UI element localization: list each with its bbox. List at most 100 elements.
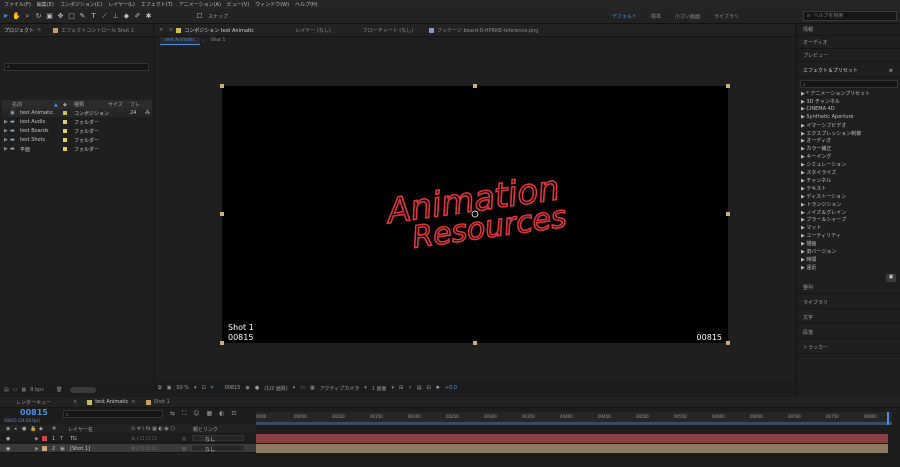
composition-canvas[interactable]: Animation Resources Shot 1 00815 00815	[222, 86, 728, 343]
work-area-bar[interactable]	[256, 422, 892, 425]
workspace-standard[interactable]: 標準	[651, 13, 661, 20]
panel-menu-icon[interactable]: ≡	[37, 27, 41, 33]
parent-pick-whip-icon[interactable]: ◎	[182, 436, 186, 442]
close-icon[interactable]: ×	[73, 399, 77, 405]
effect-category[interactable]: ▶ 遠近	[801, 264, 816, 271]
effect-category[interactable]: ▶ カラー補正	[801, 145, 831, 152]
disclosure-triangle-icon[interactable]: ▶	[35, 446, 39, 452]
tab-timeline-shot-1[interactable]: Shot 1	[145, 399, 170, 405]
menu-item[interactable]: ヘルプ(H)	[295, 1, 318, 8]
zoom-tool-icon[interactable]: ⌕	[22, 11, 33, 22]
panel-menu-icon[interactable]: ≡	[169, 27, 173, 33]
pen-tool-icon[interactable]: ✎	[77, 11, 88, 22]
disclosure-triangle-icon[interactable]: ▶	[4, 119, 8, 125]
bit-depth-label[interactable]: 8 bpc	[30, 387, 44, 393]
frame-blending-icon[interactable]: ▦	[207, 410, 213, 418]
fit-icon[interactable]: ⊡	[202, 385, 206, 391]
show-channel-icon[interactable]: ●	[255, 385, 259, 391]
eye-icon[interactable]: ◉	[6, 446, 10, 452]
effect-category[interactable]: ▶ オーディオ	[801, 137, 831, 144]
effect-category[interactable]: ▶ トランジション	[801, 201, 841, 208]
label-color-swatch[interactable]	[63, 138, 67, 142]
parent-pick-whip-icon[interactable]: ◎	[182, 446, 186, 452]
panel-character[interactable]: 文字	[797, 312, 900, 324]
rotate-tool-icon[interactable]: ↻	[33, 11, 44, 22]
layer-row[interactable]: ◉ ▶ 2 ▣ [Shot 1] ⊙ / ☐ ☐ ☐ ◎ なし	[0, 444, 256, 453]
project-item[interactable]: ▣ test Animatic コンポジション 24 ⁂	[2, 109, 152, 117]
current-time-display[interactable]: 00815	[20, 408, 48, 417]
column-size[interactable]: サイズ	[108, 101, 123, 108]
composition-mini-flowchart-icon[interactable]: ⇆	[170, 410, 175, 418]
roto-brush-tool-icon[interactable]: ✐	[132, 11, 143, 22]
snap-checkbox-icon[interactable]: ☐	[194, 11, 205, 22]
snapshot-camera-icon[interactable]: ◉	[245, 385, 249, 391]
effect-category[interactable]: ▶ * アニメーションプリセット	[801, 90, 870, 97]
new-composition-icon[interactable]: ▦	[21, 387, 26, 393]
shy-icon[interactable]: ☺	[193, 410, 199, 418]
effect-category[interactable]: ▶ 時間	[801, 256, 816, 263]
layer-label-swatch[interactable]	[42, 446, 47, 451]
camera-tool-icon[interactable]: ▣	[44, 11, 55, 22]
effect-category[interactable]: ▶ マット	[801, 224, 821, 231]
type-tool-icon[interactable]: T	[88, 11, 99, 22]
tab-flowchart[interactable]: フローチャート (なし)	[347, 27, 429, 34]
effect-category[interactable]: ▶ ブラー＆シャープ	[801, 216, 846, 223]
lock-icon[interactable]: ×	[159, 27, 169, 33]
tab-layer[interactable]: レイヤー (なし)	[279, 27, 347, 34]
project-search-input[interactable]: ⌕	[4, 63, 149, 71]
timeline-search-input[interactable]: ⌕	[63, 410, 163, 418]
layer-name[interactable]: TG	[70, 436, 77, 442]
timeline-toggle-icon[interactable]: ▤	[417, 385, 422, 391]
safe-area-icon[interactable]: ⌗	[211, 385, 214, 391]
menu-item[interactable]: エフェクト(T)	[141, 1, 173, 8]
lock-icon[interactable]: 🔒	[30, 426, 36, 432]
panel-audio[interactable]: オーディオ	[797, 37, 900, 49]
hand-tool-icon[interactable]: ✋	[11, 11, 22, 22]
project-item[interactable]: ▶ ▬ test Boards フォルダー	[2, 127, 152, 135]
eye-icon[interactable]: ◉	[6, 436, 10, 442]
exposure-value[interactable]: +0.0	[445, 385, 457, 391]
effect-category[interactable]: ▶ チャンネル	[801, 177, 831, 184]
project-scrollbar[interactable]	[70, 387, 97, 393]
panel-menu-icon[interactable]: ≡	[889, 68, 893, 74]
tab-timeline-test-animatic[interactable]: test Animatic ≡	[87, 399, 136, 405]
panel-menu-icon[interactable]: ≡	[131, 399, 135, 405]
transform-handle[interactable]	[473, 341, 477, 345]
panel-library[interactable]: ライブラリ	[797, 297, 900, 309]
column-frame-rate[interactable]: フレ	[130, 101, 140, 108]
new-folder-icon[interactable]: ▭	[13, 387, 18, 393]
chevron-down-icon[interactable]: ▾	[392, 385, 395, 391]
eye-icon[interactable]: ◉	[6, 426, 10, 432]
project-item[interactable]: ▶ ▬ test Shots フォルダー	[2, 136, 152, 144]
effect-category[interactable]: ▶ ディストーション	[801, 193, 846, 200]
label-color-swatch[interactable]	[63, 120, 67, 124]
effect-category[interactable]: ▶ 描画	[801, 240, 816, 247]
workspace-small-screen[interactable]: 小さい画面	[675, 13, 700, 20]
zoom-dropdown[interactable]: 50 %	[176, 385, 189, 391]
selection-tool-icon[interactable]: ➤	[0, 11, 11, 22]
view-layout-dropdown[interactable]: 1 画面	[372, 385, 387, 392]
current-frame-field[interactable]: 00815	[225, 385, 241, 391]
transform-handle[interactable]	[473, 84, 477, 88]
tab-composition[interactable]: ≡ コンポジション test Animatic	[169, 27, 279, 34]
vr-icon[interactable]: ▣	[167, 385, 172, 391]
menu-item[interactable]: ウィンドウ(W)	[255, 1, 289, 8]
brush-tool-icon[interactable]: ⟋	[99, 11, 110, 22]
flowchart-icon[interactable]: ⊟	[426, 385, 430, 391]
project-item[interactable]: ▶ ▬ 平面 フォルダー	[2, 145, 152, 153]
layer-label-swatch[interactable]	[42, 436, 47, 441]
transform-handle[interactable]	[220, 84, 224, 88]
effect-category[interactable]: ▶ イマーシブビデオ	[801, 122, 846, 129]
effect-category[interactable]: ▶ シミュレーション	[801, 161, 846, 168]
tab-project[interactable]: プロジェクト ≡	[4, 27, 41, 34]
trash-icon[interactable]: 🗑	[56, 387, 62, 393]
solo-icon[interactable]: ●	[22, 426, 26, 432]
transform-handle[interactable]	[726, 212, 730, 216]
toggle-pixel-aspect-icon[interactable]: ⊞	[399, 385, 403, 391]
fast-preview-icon[interactable]: ⚡	[408, 385, 412, 391]
transform-handle[interactable]	[726, 84, 730, 88]
column-parent-link[interactable]: 親とリンク	[193, 426, 218, 433]
resolution-dropdown[interactable]: (1/2 画質)	[264, 385, 288, 392]
transform-handle[interactable]	[726, 341, 730, 345]
transform-handle[interactable]	[220, 341, 224, 345]
